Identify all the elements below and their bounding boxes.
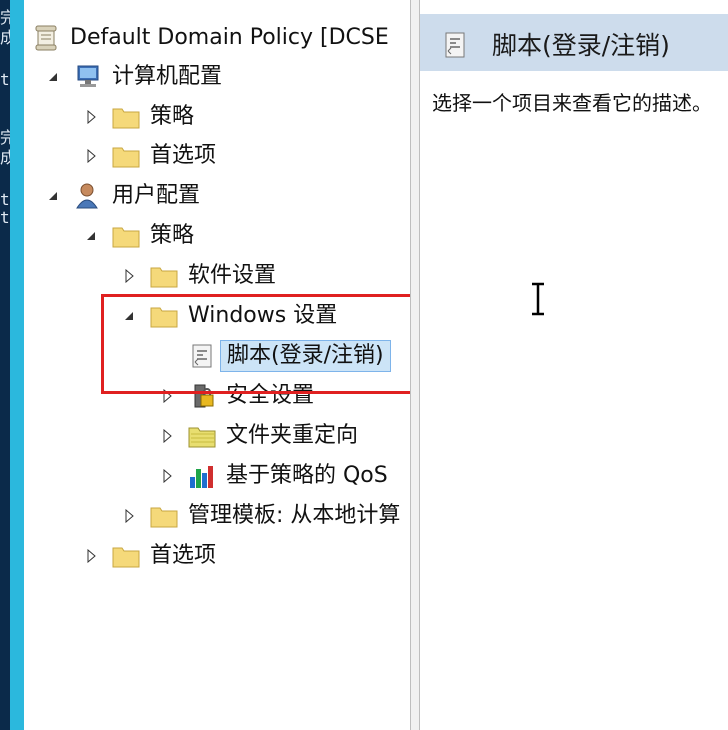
- collapsed-arrow-icon[interactable]: [120, 267, 138, 285]
- bar-chart-icon: [188, 462, 216, 490]
- policy-scroll-icon: [32, 24, 60, 52]
- text-cursor-icon: [528, 282, 548, 320]
- tree-node-folder-redirection[interactable]: 文件夹重定向: [158, 418, 358, 454]
- tree-node-label: 用户配置: [112, 183, 201, 208]
- tree-node-label: 软件设置: [188, 263, 277, 288]
- console-char: 完: [0, 8, 10, 27]
- script-icon: [442, 31, 468, 63]
- tree-node-label: Default Domain Policy [DCSE: [70, 25, 389, 50]
- tree-node-uc-policies[interactable]: 策略: [82, 218, 194, 254]
- collapsed-arrow-icon[interactable]: [82, 547, 100, 565]
- tree-node-cc-preferences[interactable]: 首选项: [82, 138, 216, 174]
- pane-splitter[interactable]: [410, 0, 420, 730]
- tree-node-user-config[interactable]: 用户配置: [44, 178, 200, 214]
- tree-node-label: 首选项: [150, 543, 217, 568]
- details-pane: 脚本(登录/注销) 选择一个项目来查看它的描述。: [420, 0, 728, 730]
- tree-node-admin-templates[interactable]: 管理模板: 从本地计算: [120, 498, 400, 534]
- console-char: t: [0, 208, 10, 227]
- details-title: 脚本(登录/注销): [492, 31, 670, 60]
- expanded-arrow-icon[interactable]: [44, 187, 62, 205]
- collapsed-arrow-icon[interactable]: [82, 147, 100, 165]
- expanded-arrow-icon[interactable]: [82, 227, 100, 245]
- details-description: 选择一个项目来查看它的描述。: [432, 91, 712, 115]
- console-char: t: [0, 70, 10, 89]
- folder-icon: [188, 422, 216, 450]
- folder-icon: [112, 542, 140, 570]
- tree-node-computer-config[interactable]: 计算机配置: [44, 59, 222, 95]
- tree-node-label: 文件夹重定向: [226, 423, 359, 448]
- folder-icon: [112, 142, 140, 170]
- tree-node-label: 策略: [150, 223, 195, 248]
- tree-node-label: 管理模板: 从本地计算: [188, 503, 401, 528]
- tree-node-label: 首选项: [150, 143, 217, 168]
- collapsed-arrow-icon[interactable]: [120, 507, 138, 525]
- console-char: 成: [0, 28, 10, 47]
- console-char: 完: [0, 128, 10, 147]
- tree-node-label: 计算机配置: [112, 64, 223, 89]
- details-header: 脚本(登录/注销): [420, 14, 728, 71]
- tree-node-label: 策略: [150, 104, 195, 129]
- computer-icon: [74, 63, 102, 91]
- console-char: 成: [0, 148, 10, 167]
- console-char: t: [0, 190, 10, 209]
- folder-icon: [150, 502, 178, 530]
- collapsed-arrow-icon[interactable]: [82, 108, 100, 126]
- background-console-strip: 完 成 t 完 成 t t: [0, 0, 10, 730]
- window-accent-bar: [10, 0, 24, 730]
- folder-icon: [112, 103, 140, 131]
- folder-icon: [112, 222, 140, 250]
- tree-node-software-settings[interactable]: 软件设置: [120, 258, 276, 294]
- user-icon: [74, 182, 102, 210]
- collapsed-arrow-icon[interactable]: [158, 467, 176, 485]
- collapsed-arrow-icon[interactable]: [158, 427, 176, 445]
- tree-node-root[interactable]: Default Domain Policy [DCSE: [32, 20, 389, 56]
- expanded-arrow-icon[interactable]: [44, 68, 62, 86]
- tree-node-qos[interactable]: 基于策略的 QoS: [158, 458, 388, 494]
- tree-node-label: 基于策略的 QoS: [226, 463, 388, 488]
- tree-node-cc-policies[interactable]: 策略: [82, 99, 194, 135]
- tree-node-uc-preferences[interactable]: 首选项: [82, 538, 216, 574]
- folder-icon: [150, 262, 178, 290]
